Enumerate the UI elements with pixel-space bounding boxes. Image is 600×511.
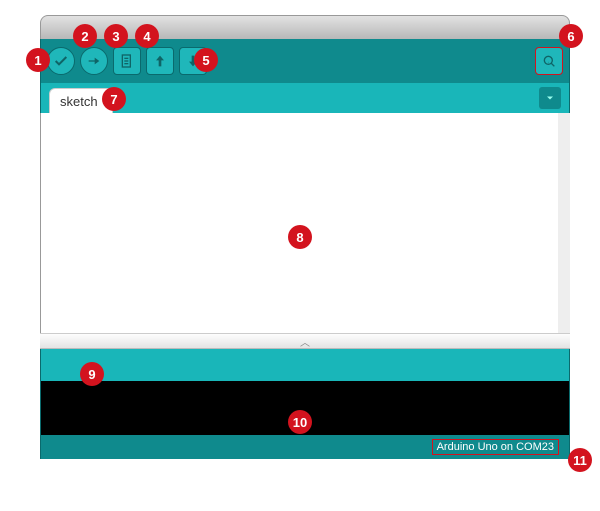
upload-button[interactable] [80,47,108,75]
callout-7: 7 [102,87,126,111]
svg-text:.: . [548,58,549,64]
callout-8: 8 [288,225,312,249]
open-file-icon [152,53,168,69]
pane-divider[interactable]: ︿ [40,333,570,349]
callout-11: 11 [568,448,592,472]
board-port-label: Arduino Uno on COM23 [432,439,559,455]
callout-3: 3 [104,24,128,48]
new-button[interactable] [113,47,141,75]
upload-icon [86,53,102,69]
code-editor[interactable] [40,113,570,333]
verify-icon [53,53,69,69]
callout-4: 4 [135,24,159,48]
dropdown-icon [544,92,556,104]
verify-button[interactable] [47,47,75,75]
new-file-icon [119,53,135,69]
tab-label: sketch [60,94,98,109]
callout-5: 5 [194,48,218,72]
tab-menu-button[interactable] [539,87,561,109]
status-bar [40,349,570,381]
callout-10: 10 [288,410,312,434]
serial-monitor-icon: . [541,53,557,69]
callout-2: 2 [73,24,97,48]
callout-6: 6 [559,24,583,48]
serial-monitor-button[interactable]: . [535,47,563,75]
callout-1: 1 [26,48,50,72]
open-button[interactable] [146,47,174,75]
callout-9: 9 [80,362,104,386]
footer-bar: Arduino Uno on COM23 [40,435,570,459]
